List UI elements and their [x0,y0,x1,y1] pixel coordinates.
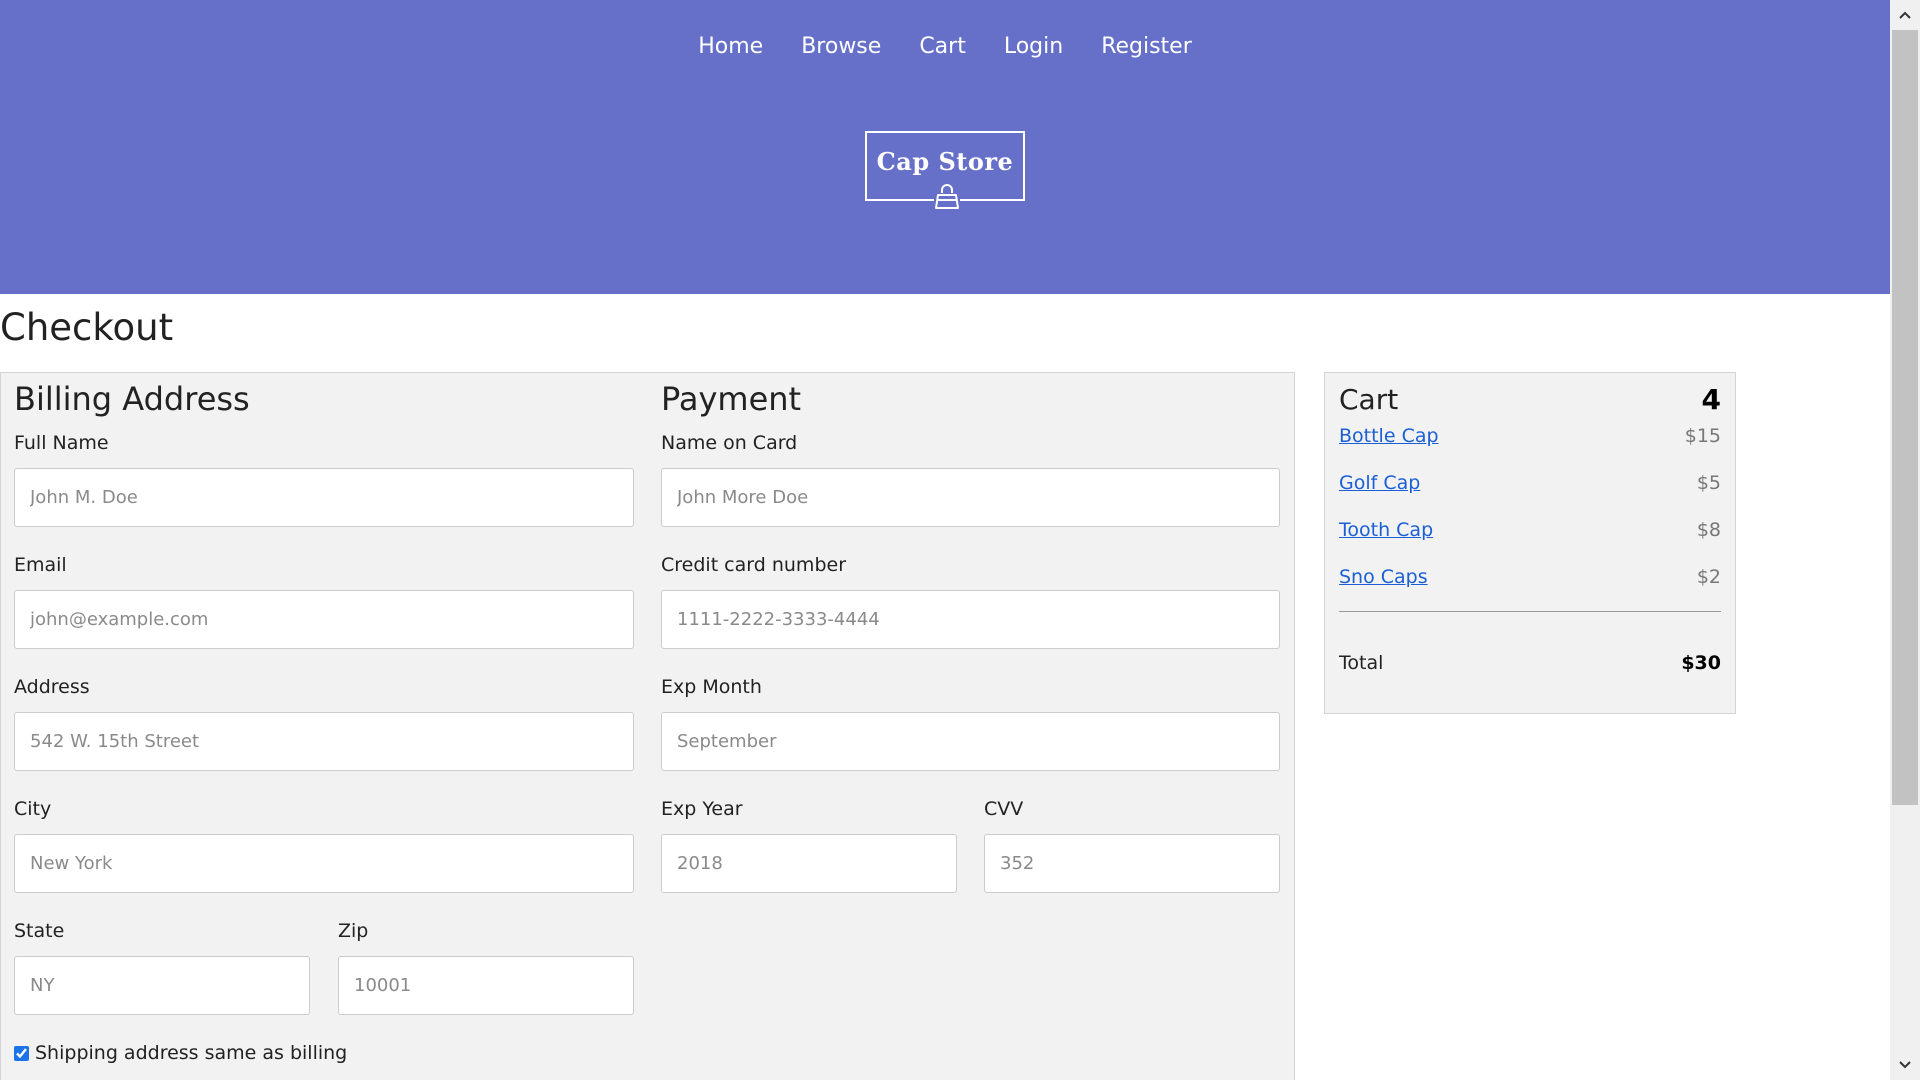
site-header: Home Browse Cart Login Register Cap Stor… [0,0,1890,294]
nav-home-link[interactable]: Home [698,34,763,59]
city-input[interactable] [14,834,634,893]
cart-item: Bottle Cap $15 [1339,425,1721,451]
cart-divider [1339,611,1721,612]
cart-item: Tooth Cap $8 [1339,519,1721,545]
exp-year-label: Exp Year [661,798,743,820]
scrollbar-thumb[interactable] [1892,30,1918,805]
nav-cart-link[interactable]: Cart [919,34,966,59]
shipping-same-checkbox[interactable] [14,1045,29,1061]
name-on-card-input[interactable] [661,468,1280,527]
shopping-bag-icon [934,183,960,211]
city-label: City [14,798,52,820]
main-nav: Home Browse Cart Login Register [0,34,1890,59]
billing-section-title: Billing Address [14,380,250,418]
full-name-input[interactable] [14,468,634,527]
cart-total-value: $30 [1681,652,1721,674]
cart-total-label: Total [1339,652,1384,674]
logo-text: Cap Store [876,147,1014,176]
cart-item-price: $5 [1696,472,1721,494]
scroll-down-icon[interactable] [1890,1050,1920,1080]
cvv-label: CVV [984,798,1024,820]
cart-item-link[interactable]: Tooth Cap [1339,519,1433,541]
cart-title: Cart [1339,383,1399,416]
email-input[interactable] [14,590,634,649]
vertical-scrollbar[interactable] [1890,0,1920,1080]
cart-item-price: $15 [1684,425,1721,447]
state-label: State [14,920,65,942]
zip-label: Zip [338,920,369,942]
scroll-up-icon[interactable] [1890,0,1920,30]
cart-summary: Cart 4 Bottle Cap $15 Golf Cap $5 Tooth … [1324,372,1736,714]
exp-year-input[interactable] [661,834,957,893]
address-label: Address [14,676,90,698]
page-title: Checkout [0,306,174,349]
zip-input[interactable] [338,956,634,1015]
name-on-card-label: Name on Card [661,432,798,454]
email-label: Email [14,554,67,576]
cart-item-link[interactable]: Golf Cap [1339,472,1420,494]
address-input[interactable] [14,712,634,771]
nav-register-link[interactable]: Register [1101,34,1192,59]
state-input[interactable] [14,956,310,1015]
cart-item-link[interactable]: Sno Caps [1339,566,1428,588]
cart-total-row: Total $30 [1339,652,1721,674]
cart-item: Sno Caps $2 [1339,566,1721,592]
store-logo[interactable]: Cap Store [865,131,1025,211]
exp-month-label: Exp Month [661,676,762,698]
cart-item-price: $2 [1696,566,1721,588]
exp-month-input[interactable] [661,712,1280,771]
shipping-same-label: Shipping address same as billing [35,1042,348,1064]
cart-item: Golf Cap $5 [1339,472,1721,498]
nav-browse-link[interactable]: Browse [801,34,881,59]
cart-count-badge: 4 [1701,383,1721,416]
shipping-same-row: Shipping address same as billing [14,1042,347,1064]
nav-login-link[interactable]: Login [1004,34,1063,59]
cvv-input[interactable] [984,834,1280,893]
payment-section-title: Payment [661,380,802,418]
cart-item-price: $8 [1696,519,1721,541]
card-number-input[interactable] [661,590,1280,649]
cart-item-link[interactable]: Bottle Cap [1339,425,1439,447]
full-name-label: Full Name [14,432,109,454]
card-number-label: Credit card number [661,554,846,576]
